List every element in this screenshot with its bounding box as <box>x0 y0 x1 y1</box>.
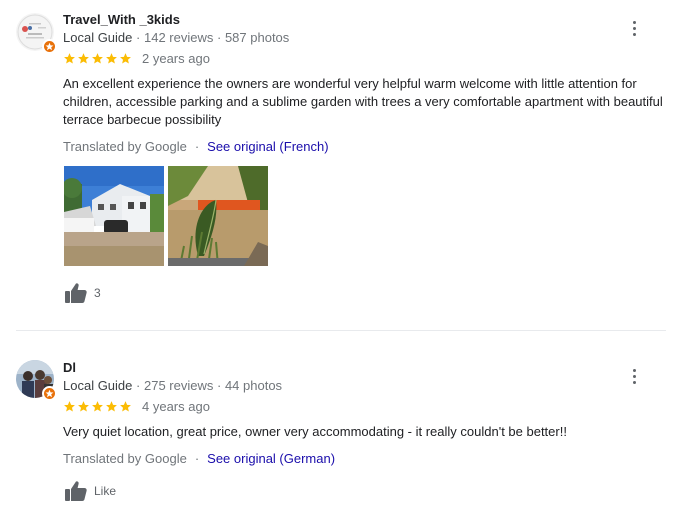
local-guide-label: Local Guide <box>63 30 133 45</box>
star-rating <box>63 52 132 65</box>
review-age: 2 years ago <box>142 51 210 66</box>
rating-row: 2 years ago <box>63 51 210 66</box>
like-button[interactable]: Like <box>64 480 116 502</box>
more-options-button[interactable] <box>624 16 644 40</box>
review-text: Very quiet location, great price, owner … <box>63 424 567 439</box>
reviewer-meta: Local Guide · 142 reviews · 587 photos <box>63 30 289 45</box>
like-button[interactable]: 3 <box>64 282 101 304</box>
star-icon <box>92 53 103 64</box>
more-vert-icon <box>632 32 636 36</box>
see-original-link[interactable]: See original (German) <box>207 451 335 466</box>
star-icon <box>78 53 89 64</box>
star-icon <box>106 53 117 64</box>
star-icon <box>92 401 103 412</box>
review-photo-garden[interactable] <box>168 166 268 266</box>
local-guide-label: Local Guide <box>63 378 133 393</box>
meta-separator: · <box>136 378 141 393</box>
review-age: 4 years ago <box>142 399 210 414</box>
star-icon <box>120 401 131 412</box>
local-guide-badge-icon <box>42 39 57 54</box>
more-options-button[interactable] <box>624 364 644 388</box>
thumbs-up-icon <box>65 481 87 501</box>
star-icon <box>78 401 89 412</box>
reviewer-meta: Local Guide · 275 reviews · 44 photos <box>63 378 282 393</box>
translated-by-label: Translated by Google <box>63 139 187 154</box>
review-text: An excellent experience the owners are w… <box>63 76 663 127</box>
translated-by-label: Translated by Google <box>63 451 187 466</box>
see-original-link[interactable]: See original (French) <box>207 139 328 154</box>
meta-separator: · <box>216 30 222 45</box>
more-vert-icon <box>632 26 636 30</box>
translation-row: Translated by Google · See original (Germa… <box>63 451 335 466</box>
star-icon <box>106 401 117 412</box>
review-divider <box>16 330 666 331</box>
local-guide-badge-icon <box>42 386 57 401</box>
reviewer-name[interactable]: Dl <box>63 360 76 375</box>
star-icon <box>64 401 75 412</box>
like-label: Like <box>94 484 117 498</box>
rating-row: 4 years ago <box>63 399 210 414</box>
review-photo-house[interactable] <box>64 166 164 266</box>
photos-count: 587 photos <box>224 30 290 45</box>
more-vert-icon <box>632 374 636 378</box>
like-count: 3 <box>94 286 101 300</box>
reviews-count: 275 reviews <box>143 378 214 393</box>
reviews-count: 142 reviews <box>143 30 214 45</box>
more-vert-icon <box>632 380 636 384</box>
translation-separator: · <box>194 139 200 154</box>
star-icon <box>120 53 131 64</box>
more-vert-icon <box>632 20 636 24</box>
star-rating <box>63 400 132 413</box>
meta-separator: · <box>216 378 222 393</box>
thumbs-up-icon <box>65 283 87 303</box>
meta-separator: · <box>136 30 141 45</box>
star-icon <box>64 53 75 64</box>
reviewer-avatar[interactable] <box>16 13 57 54</box>
translation-row: Translated by Google · See original (Frenc… <box>63 139 329 154</box>
reviewer-avatar[interactable] <box>16 360 57 401</box>
more-vert-icon <box>632 368 636 372</box>
photos-count: 44 photos <box>224 378 283 393</box>
translation-separator: · <box>194 451 200 466</box>
reviewer-name[interactable]: Travel_With _3kids <box>63 12 180 27</box>
